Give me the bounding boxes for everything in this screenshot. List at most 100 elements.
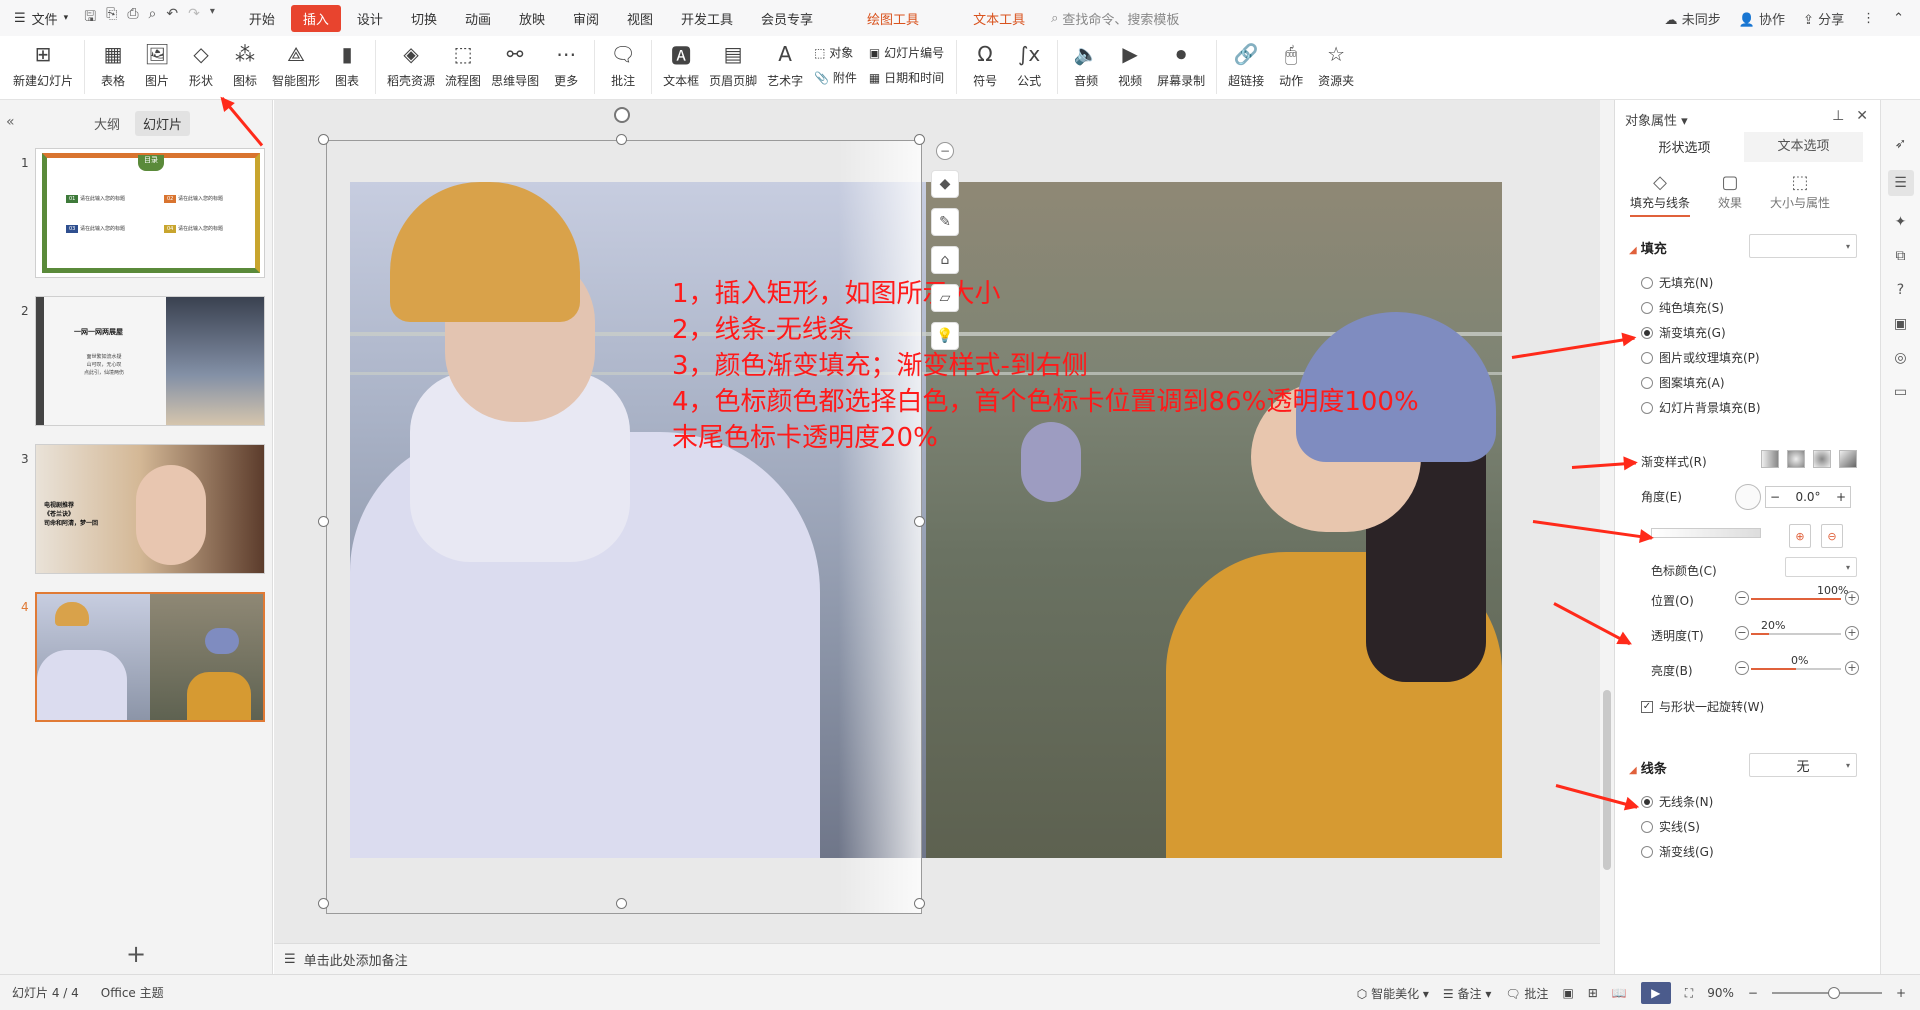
pen-icon[interactable]: ✎ (931, 208, 959, 236)
tab-design[interactable]: 设计 (345, 5, 395, 32)
tab-animation[interactable]: 动画 (453, 5, 503, 32)
tab-shape-options[interactable]: 形状选项 (1625, 132, 1744, 162)
comments-toggle[interactable]: 🗨 批注 (1505, 985, 1548, 1002)
line-dropdown[interactable]: 无 ▾ (1749, 753, 1857, 777)
slide-number-button[interactable]: ▣ 幻灯片编号 (869, 44, 944, 61)
resize-handle[interactable] (914, 134, 925, 145)
radio-solid-line[interactable]: 实线(S) (1641, 818, 1700, 835)
fill-section-header[interactable]: ◢ 填充 (1629, 238, 1667, 257)
new-slide-button[interactable]: ⊞ 新建幻灯片 (13, 40, 73, 89)
zoom-slider[interactable] (1771, 987, 1882, 999)
tab-slides[interactable]: 幻灯片 (135, 111, 191, 136)
more-icon[interactable]: ⋮ (1862, 11, 1875, 26)
formula-button[interactable]: ∫x 公式 (1012, 40, 1046, 89)
radio-no-line[interactable]: 无线条(N) (1641, 793, 1713, 810)
pin-icon[interactable]: ✦ (1895, 214, 1907, 230)
preview-icon[interactable]: ⌕ (149, 6, 157, 30)
collapse-pane-icon[interactable]: « (6, 114, 15, 130)
slides-icon[interactable]: ⧉ (1896, 248, 1906, 264)
resize-handle[interactable] (318, 898, 329, 909)
resize-handle[interactable] (914, 516, 925, 527)
increment-icon[interactable]: + (1845, 661, 1859, 675)
chart-button[interactable]: ▮ 图表 (330, 40, 364, 89)
gradient-style-radial[interactable] (1787, 450, 1805, 468)
stop-color-dropdown[interactable]: ▾ (1785, 557, 1857, 577)
docer-resources-button[interactable]: ◈ 稻壳资源 (387, 40, 435, 89)
command-search[interactable]: ⌕ 查找命令、搜索模板 (1051, 9, 1179, 28)
slide-thumbnail-3[interactable]: 电视剧推荐 《苍兰诀》 司命和阿清，梦一回 (35, 444, 265, 574)
fill-color-dropdown[interactable]: ▾ (1749, 234, 1857, 258)
resize-handle[interactable] (616, 898, 627, 909)
tab-insert[interactable]: 插入 (290, 4, 341, 32)
decrement-icon[interactable]: − (1735, 626, 1749, 640)
save-icon[interactable]: 🖫 (84, 6, 96, 30)
grid-view-icon[interactable]: ⊞ (1588, 986, 1598, 1000)
gradient-style-rect[interactable] (1813, 450, 1831, 468)
tab-review[interactable]: 审阅 (561, 5, 611, 32)
zoom-out-icon[interactable]: − (1748, 986, 1758, 1000)
textbox-button[interactable]: 🅰 文本框 (663, 40, 699, 89)
radio-solid-fill[interactable]: 纯色填充(S) (1641, 299, 1724, 316)
decrement-icon[interactable]: − (1770, 490, 1780, 504)
customize-icon[interactable]: ▾ (210, 6, 215, 30)
screen-record-button[interactable]: ⏺ 屏幕录制 (1157, 40, 1205, 89)
tab-drawing-tools[interactable]: 绘图工具 (855, 5, 931, 32)
more-button[interactable]: ⋯ 更多 (549, 40, 583, 89)
play-slideshow-button[interactable]: ▶ (1640, 982, 1671, 1004)
pin-icon[interactable]: ⊥ (1832, 108, 1844, 124)
theme-name[interactable]: Office 主题 (101, 984, 164, 1001)
increment-icon[interactable]: + (1836, 490, 1846, 504)
attachment-button[interactable]: 📎 附件 (814, 69, 857, 86)
angle-knob[interactable] (1735, 484, 1761, 510)
mindmap-button[interactable]: ⚯ 思维导图 (491, 40, 539, 89)
fit-window-icon[interactable]: ⛶ (1685, 986, 1693, 1001)
increment-icon[interactable]: + (1845, 626, 1859, 640)
wordart-button[interactable]: A 艺术字 (767, 40, 803, 89)
layers-icon[interactable]: ◆ (931, 170, 959, 198)
slide-thumbnail-2[interactable]: 一网一网两展屋 面世繁如流水疑 山可叹，无心叹 点此引，仙境两伤 (35, 296, 265, 426)
symbol-button[interactable]: Ω 符号 (968, 40, 1002, 89)
reading-view-icon[interactable]: 📖 (1612, 986, 1627, 1000)
shape-button[interactable]: ◇ 形状 (184, 40, 218, 89)
object-button[interactable]: ⬚ 对象 (814, 44, 857, 61)
flowchart-button[interactable]: ⬚ 流程图 (445, 40, 481, 89)
decrement-icon[interactable]: − (1735, 591, 1749, 605)
tab-outline[interactable]: 大纲 (94, 114, 120, 133)
collab-button[interactable]: 👤 协作 (1739, 9, 1785, 28)
transparency-slider[interactable]: 20% (1751, 619, 1841, 635)
scroll-thumb[interactable] (1603, 690, 1611, 870)
add-slide-button[interactable]: + (126, 940, 146, 968)
fill-bucket-icon[interactable]: ⌂ (931, 246, 959, 274)
rocket-icon[interactable]: ➶ (1895, 136, 1907, 152)
globe-icon[interactable]: ◎ (1894, 350, 1906, 366)
help-icon[interactable]: ? (1897, 282, 1904, 298)
collapse-ribbon-icon[interactable]: ⌃ (1893, 11, 1904, 26)
remove-stop-button[interactable]: ⊖ (1821, 524, 1843, 548)
tab-transition[interactable]: 切换 (399, 5, 449, 32)
increment-icon[interactable]: + (1845, 591, 1859, 605)
rotate-with-shape-checkbox[interactable]: ✓ 与形状一起旋转(W) (1641, 698, 1764, 715)
resize-handle[interactable] (914, 898, 925, 909)
print-icon[interactable]: ⎙ (127, 6, 138, 30)
slide-thumbnail-1[interactable]: 目录 01 请在此输入您的标题 02 请在此输入您的标题 03 请在此输入您的标… (35, 148, 265, 278)
slide-thumbnail-4[interactable] (35, 592, 265, 722)
angle-spinner[interactable]: −0.0° + (1765, 486, 1851, 508)
gradient-style-path[interactable] (1839, 450, 1857, 468)
position-slider[interactable]: 100% (1751, 584, 1848, 600)
subtab-fill-line[interactable]: ◇ 填充与线条 (1625, 172, 1695, 217)
comment-button[interactable]: 🗨 批注 (606, 40, 640, 89)
tab-view[interactable]: 视图 (615, 5, 665, 32)
picture-button[interactable]: 🖼 图片 (140, 40, 174, 89)
resource-folder-button[interactable]: ☆ 资源夹 (1318, 40, 1354, 89)
tab-text-tools[interactable]: 文本工具 (961, 5, 1037, 32)
line-section-header[interactable]: ◢ 线条 (1629, 758, 1667, 777)
properties-icon[interactable]: ☰ (1887, 170, 1914, 196)
minus-circle-icon[interactable]: − (936, 142, 954, 160)
undo-icon[interactable]: ↶ (166, 6, 178, 30)
brightness-slider[interactable]: 0% (1751, 654, 1841, 670)
pane-title[interactable]: 对象属性 ▾ (1625, 110, 1688, 129)
add-stop-button[interactable]: ⊕ (1789, 524, 1811, 548)
close-icon[interactable]: ✕ (1856, 108, 1868, 124)
lightbulb-icon[interactable]: 💡 (931, 322, 959, 350)
radio-no-fill[interactable]: 无填充(N) (1641, 274, 1713, 291)
